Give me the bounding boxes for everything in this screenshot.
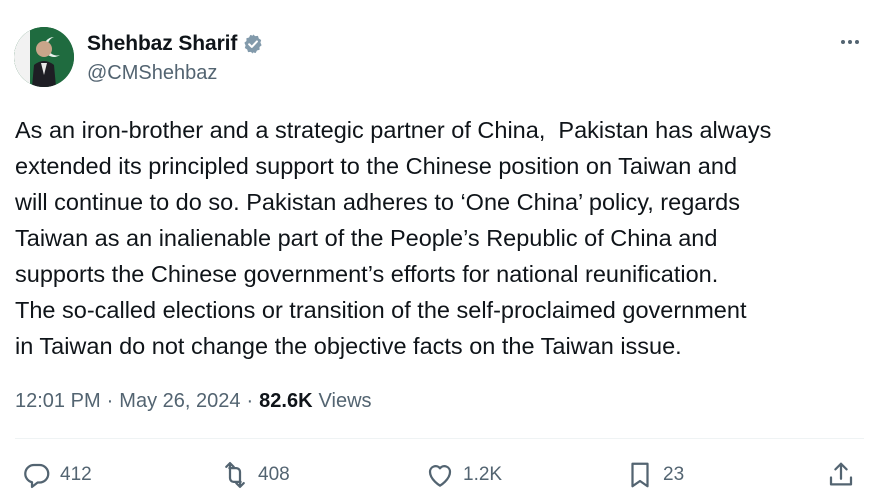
more-options-button[interactable]: [836, 28, 864, 56]
repost-count: 408: [258, 464, 290, 485]
more-horizontal-icon: [841, 40, 859, 44]
like-button[interactable]: 1.2K: [425, 458, 502, 492]
share-button[interactable]: [826, 458, 856, 492]
reply-icon: [24, 463, 50, 488]
action-bar: 412 408 1.2K 23: [0, 452, 891, 498]
meta-separator: ·: [106, 389, 114, 412]
share-icon: [829, 462, 853, 486]
tweet-card: Shehbaz Sharif @CMShehbaz As an iron-bro…: [0, 0, 891, 501]
avatar-image: [14, 27, 74, 87]
repost-icon: [225, 462, 245, 488]
tweet-time[interactable]: 12:01 PM: [15, 390, 101, 413]
author-display-name[interactable]: Shehbaz Sharif: [87, 32, 237, 56]
tweet-text: As an iron-brother and a strategic partn…: [15, 117, 772, 359]
reply-count: 412: [60, 464, 92, 485]
meta-separator: ·: [246, 389, 254, 412]
tweet-meta: 12:01 PM · May 26, 2024 · 82.6K Views: [15, 387, 372, 415]
reply-button[interactable]: 412: [22, 458, 92, 492]
repost-button[interactable]: 408: [220, 458, 290, 492]
bookmark-icon: [631, 462, 649, 488]
bookmark-button[interactable]: 23: [625, 458, 684, 492]
tweet-date[interactable]: May 26, 2024: [119, 390, 240, 413]
views-label[interactable]: Views: [319, 390, 372, 413]
author-handle[interactable]: @CMShehbaz: [87, 62, 217, 85]
views-count[interactable]: 82.6K: [259, 390, 312, 413]
verified-badge-icon[interactable]: [242, 33, 264, 55]
like-count: 1.2K: [463, 464, 503, 485]
avatar[interactable]: [14, 27, 74, 87]
heart-icon: [428, 465, 452, 487]
author-name-row: Shehbaz Sharif: [87, 30, 264, 58]
bookmark-count: 23: [663, 464, 685, 485]
divider: [15, 438, 864, 439]
